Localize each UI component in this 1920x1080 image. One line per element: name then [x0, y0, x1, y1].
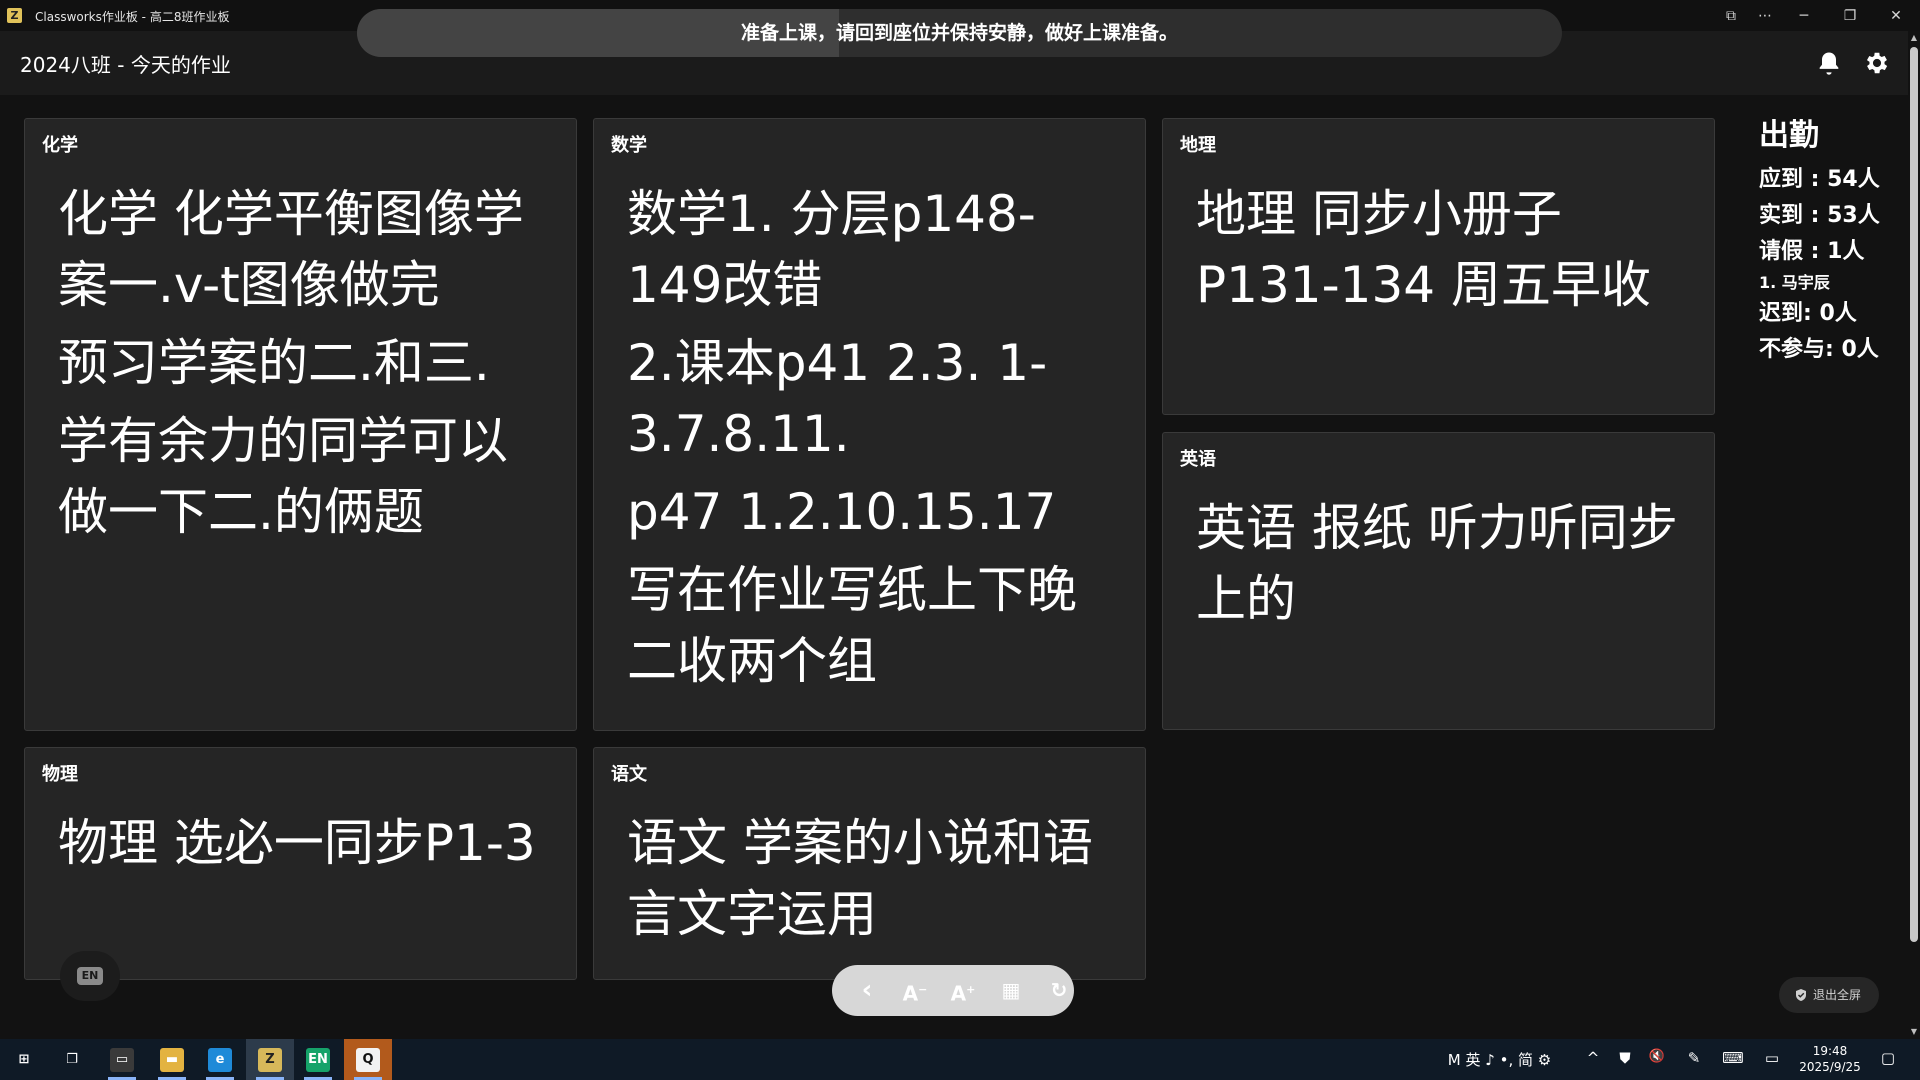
taskbar-app-start[interactable]: ⊞ [0, 1039, 48, 1080]
app-logo-icon: Z [7, 8, 22, 23]
font-decrease-icon: A [902, 981, 919, 1006]
homework-line: 数学1. 分层p148-149改错 [627, 185, 1036, 314]
ime-language-label: EN [77, 967, 103, 985]
ime-status-tray[interactable]: M 英 ♪ •, 简 ⚙ [1437, 1049, 1562, 1070]
subject-label: 英语 [1180, 449, 1216, 470]
chevron-up-icon[interactable]: ^ [1583, 1049, 1603, 1067]
app-dark-icon: ▭ [110, 1048, 134, 1072]
page-scrollbar[interactable]: ▲ ▼ [1908, 31, 1920, 1039]
homework-content: 英语 报纸 听力听同步上的 [1196, 493, 1690, 642]
homework-content: 物理 选必一同步P1-3 [58, 808, 552, 886]
homework-content: 数学1. 分层p148-149改错 2.课本p41 2.3. 1-3.7.8.11… [627, 179, 1121, 704]
scroll-thumb[interactable] [1910, 47, 1918, 942]
subject-label: 物理 [42, 764, 78, 785]
exit-fullscreen-label: 退出全屏 [1813, 988, 1862, 1002]
taskbar-app-classworks[interactable]: Z [246, 1039, 294, 1080]
taskbar-app-app-dark[interactable]: ▭ [98, 1039, 146, 1080]
font-increase-icon: A [950, 981, 967, 1006]
homework-line: 物理 选必一同步P1-3 [58, 814, 536, 872]
volume-muted-icon[interactable]: 🔇 [1646, 1049, 1668, 1064]
edge-icon: e [208, 1048, 232, 1072]
homework-content: 地理 同步小册子P131-134 周五早收 [1196, 179, 1690, 328]
window-more-icon[interactable]: ⋯ [1749, 4, 1781, 28]
en-app-icon: EN [306, 1048, 330, 1072]
homework-line: p47 1.2.10.15.17 [627, 483, 1057, 541]
window-title: Classworks作业板 - 高二8班作业板 [35, 10, 230, 24]
attendance-actual: 实到 : 53人 [1759, 203, 1880, 228]
subject-label: 数学 [611, 135, 647, 156]
homework-content: 语文 学案的小说和语言文字运用 [627, 808, 1121, 957]
refresh-button[interactable]: ↻ [1042, 973, 1076, 1007]
subject-card-math[interactable]: 数学 数学1. 分层p148-149改错 2.课本p41 2.3. 1-3.7.8… [593, 118, 1146, 731]
clock-date: 2025/9/25 [1799, 1060, 1861, 1074]
display-icon[interactable]: ▭ [1762, 1049, 1782, 1067]
clock-time: 19:48 [1812, 1044, 1848, 1058]
taskbar-app-en-app[interactable]: EN [294, 1039, 342, 1080]
qq-icon: Q [356, 1048, 380, 1072]
subject-label: 化学 [42, 135, 78, 156]
window-snap-icon[interactable]: ⧉ [1715, 4, 1747, 28]
window-minimize-button[interactable]: ─ [1788, 4, 1820, 28]
homework-line: 学有余力的同学可以做一下二.的俩题 [58, 412, 508, 541]
attendance-leave: 请假 : 1人 [1759, 239, 1865, 264]
exit-fullscreen-button[interactable]: 退出全屏 [1779, 977, 1879, 1013]
scroll-up-arrow[interactable]: ▲ [1908, 31, 1920, 45]
bell-icon[interactable] [1815, 49, 1843, 77]
subject-card-chemistry[interactable]: 化学 化学 化学平衡图像学案一.v-t图像做完预习学案的二.和三. 学有余力的同学… [24, 118, 577, 731]
taskbar-app-edge[interactable]: e [196, 1039, 244, 1080]
taskbar-app-qq[interactable]: Q [344, 1039, 392, 1080]
homework-line: 2.课本p41 2.3. 1-3.7.8.11. [627, 334, 1048, 463]
subject-label: 语文 [611, 764, 647, 785]
attendance-late: 迟到: 0人 [1759, 301, 1857, 326]
task-view-icon: ❐ [66, 1052, 78, 1067]
subject-card-chinese[interactable]: 语文 语文 学案的小说和语言文字运用 [593, 747, 1146, 980]
taskbar-app-task-view[interactable]: ❐ [48, 1039, 96, 1080]
homework-line: 写在作业写纸上下晚二收两个组 [627, 561, 1077, 690]
taskbar-app-file-explorer[interactable]: ▬ [148, 1039, 196, 1080]
attendance-expected: 应到 : 54人 [1759, 167, 1880, 192]
subject-card-english[interactable]: 英语 英语 报纸 听力听同步上的 [1162, 432, 1715, 730]
classworks-icon: Z [258, 1048, 282, 1072]
security-icon[interactable]: ⛊ [1615, 1049, 1635, 1067]
attendance-leave-name: 1. 马宇辰 [1759, 273, 1830, 292]
back-button[interactable]: ‹ [850, 973, 884, 1007]
gear-icon[interactable] [1863, 49, 1891, 77]
keyboard-icon[interactable]: ⌨ [1720, 1049, 1746, 1067]
attendance-panel[interactable]: 出勤 应到 : 54人 实到 : 53人 请假 : 1人 1. 马宇辰 迟到: … [1759, 110, 1904, 368]
start-icon: ⊞ [18, 1052, 30, 1067]
window-close-button[interactable]: ✕ [1880, 4, 1912, 28]
homework-line: 英语 报纸 听力听同步上的 [1196, 499, 1678, 628]
calendar-button[interactable]: ▦ [994, 973, 1028, 1007]
windows-taskbar: ⊞ ❐ ▭ ▬ e Z EN Q M 英 ♪ •, 简 ⚙ ^ ⛊ 🔇 ✎ ⌨ ▭ 19:48… [0, 1039, 1920, 1080]
scroll-down-arrow[interactable]: ▼ [1908, 1025, 1920, 1039]
font-increase-button[interactable]: A+ [946, 973, 980, 1007]
attendance-absent: 不参与: 0人 [1759, 337, 1879, 362]
page-title: 2024八班 - 今天的作业 [20, 53, 231, 77]
shield-icon [1796, 989, 1806, 1001]
subject-card-physics[interactable]: 物理 物理 选必一同步P1-3 [24, 747, 577, 980]
taskbar-clock[interactable]: 19:48 2025/9/25 [1790, 1043, 1870, 1075]
window-restore-button[interactable]: ❐ [1834, 4, 1866, 28]
floating-toolbar: ‹ A− A+ ▦ ↻ [832, 965, 1074, 1016]
notification-center-icon[interactable]: ▢ [1878, 1049, 1898, 1067]
homework-content: 化学 化学平衡图像学案一.v-t图像做完预习学案的二.和三. 学有余力的同学可以做… [58, 179, 552, 555]
class-notice-banner[interactable]: 准备上课，请回到座位并保持安静，做好上课准备。 [357, 9, 1562, 57]
file-explorer-icon: ▬ [160, 1048, 184, 1072]
pen-icon[interactable]: ✎ [1684, 1049, 1704, 1067]
homework-line: 化学 化学平衡图像学案一.v-t图像做完 [58, 185, 524, 314]
homework-line: 语文 学案的小说和语言文字运用 [627, 814, 1093, 943]
ime-floating-badge[interactable]: EN [60, 951, 120, 1001]
font-decrease-button[interactable]: A− [898, 973, 932, 1007]
notice-text: 准备上课，请回到座位并保持安静，做好上课准备。 [740, 22, 1178, 44]
homework-line: 预习学案的二.和三. [58, 334, 490, 392]
subject-card-geography[interactable]: 地理 地理 同步小册子P131-134 周五早收 [1162, 118, 1715, 415]
attendance-title: 出勤 [1759, 118, 1819, 153]
homework-line: 地理 同步小册子P131-134 周五早收 [1196, 185, 1651, 314]
subject-label: 地理 [1180, 135, 1216, 156]
